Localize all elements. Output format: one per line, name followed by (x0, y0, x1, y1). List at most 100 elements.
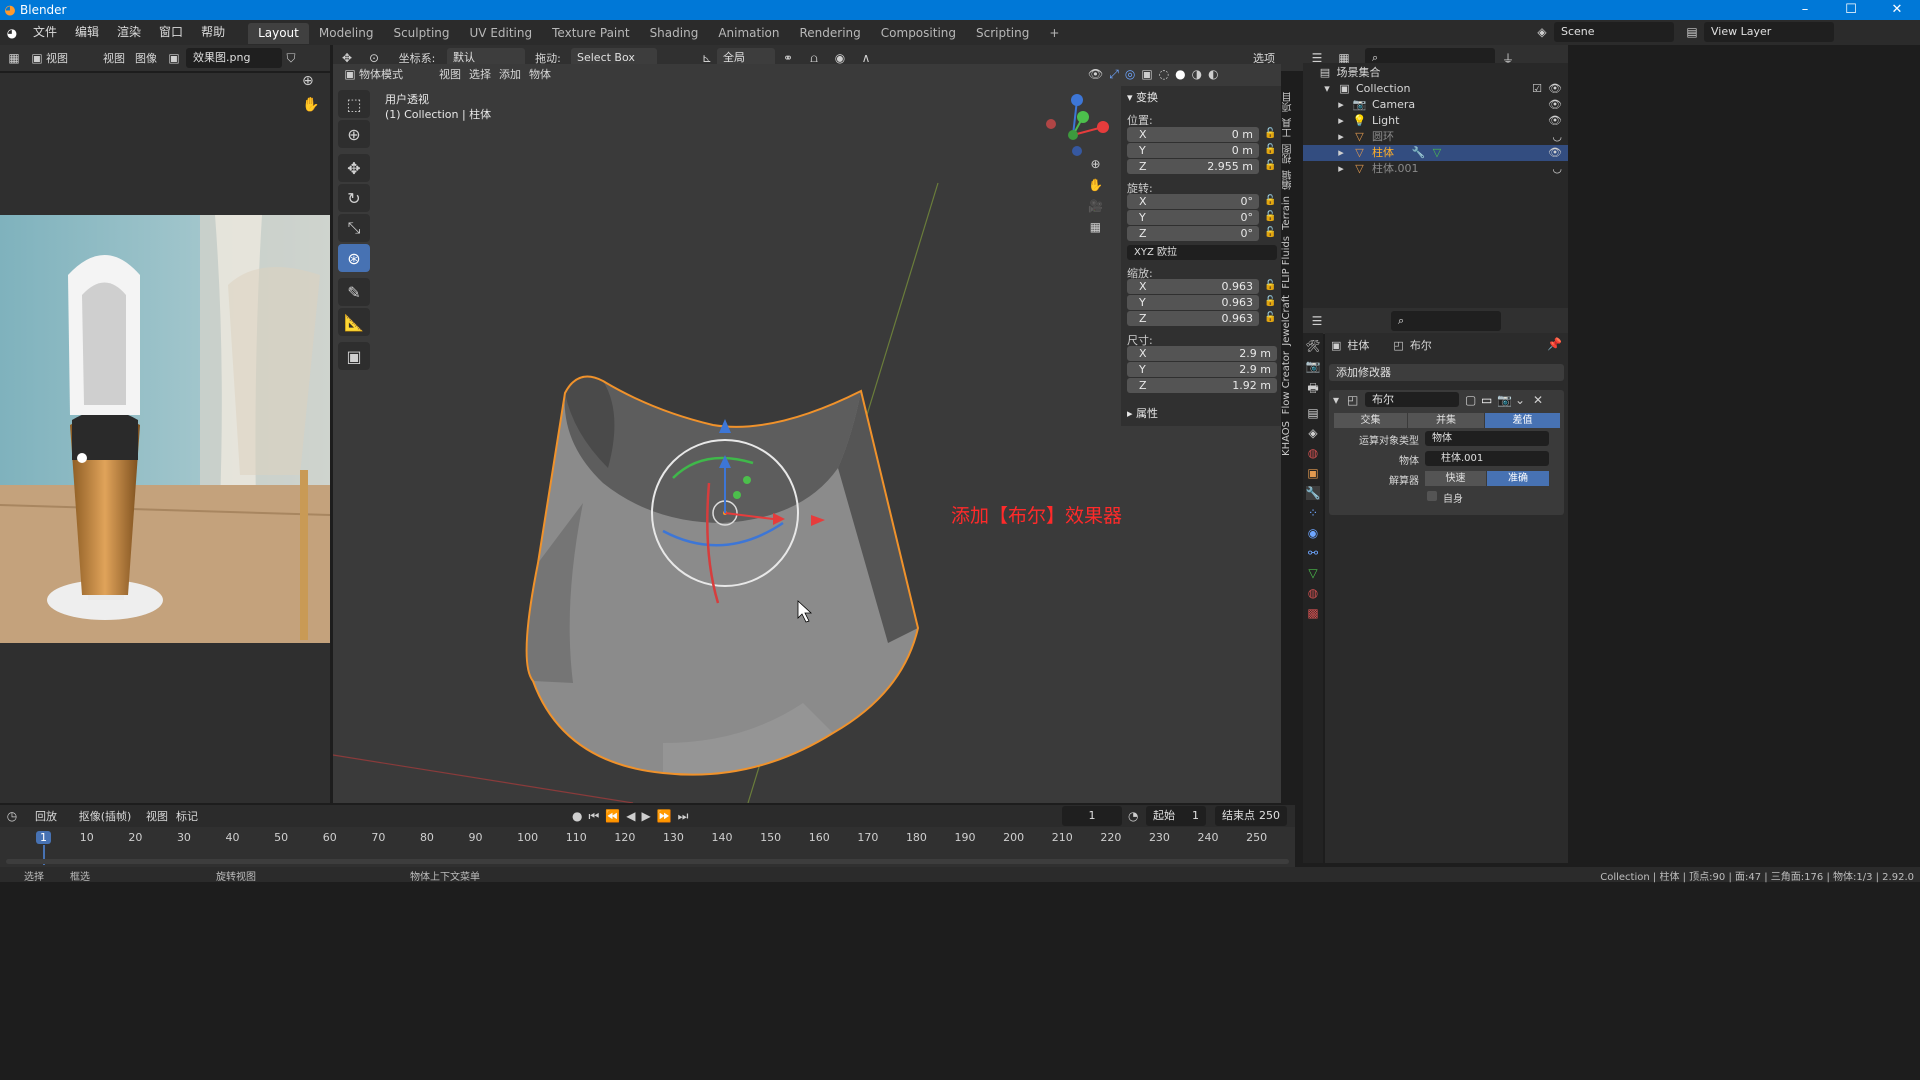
modifier-tab-icon[interactable]: 🔧 (1305, 486, 1321, 500)
tab-jewelcraft[interactable]: JewelCraft (1281, 295, 1292, 346)
tab-shading[interactable]: Shading (640, 23, 709, 44)
data-tab-icon[interactable]: ▽ (1308, 566, 1317, 580)
zoom-view-icon[interactable]: ⊕ (1088, 157, 1103, 171)
playback-menu[interactable]: 回放 (24, 808, 68, 824)
tab-sculpting[interactable]: Sculpting (383, 23, 459, 44)
lock-icon[interactable]: 🔓 (1264, 144, 1276, 155)
material-shading-icon[interactable]: ◑ (1192, 67, 1202, 82)
menu-file[interactable]: 文件 (24, 20, 66, 45)
menu-object[interactable]: 物体 (525, 66, 555, 82)
constraints-tab-icon[interactable]: ⚯ (1308, 546, 1318, 560)
lock-icon[interactable]: 🔓 (1264, 227, 1276, 238)
eye-icon[interactable]: 👁 (1548, 145, 1562, 161)
editor-type-icon[interactable]: ◷ (0, 809, 24, 823)
lock-icon[interactable]: 🔓 (1264, 296, 1276, 307)
minimize-button[interactable]: – (1782, 0, 1828, 20)
pan-view-icon[interactable]: ✋ (1088, 178, 1103, 192)
intersect-button[interactable]: 交集 (1334, 413, 1407, 428)
location-y-field[interactable]: Y 0 m (1127, 143, 1259, 158)
dimension-z-field[interactable]: Z 1.92 m (1127, 378, 1277, 393)
object-field[interactable]: 柱体.001 (1425, 451, 1549, 466)
gizmo-icon[interactable]: ⤢ (1109, 67, 1119, 82)
add-workspace-icon[interactable]: + (1039, 23, 1069, 44)
tab-edit[interactable]: 编辑 (1281, 170, 1296, 190)
tab-item[interactable]: 项目 (1281, 92, 1296, 112)
outliner-item-light[interactable]: ▸ 💡 Light 👁 (1303, 113, 1568, 129)
collection-row[interactable]: ▾ ▣ Collection ☑ 👁 (1303, 81, 1568, 97)
menu-image[interactable]: 图像 (130, 50, 162, 66)
wireframe-shading-icon[interactable]: ◌ (1159, 67, 1169, 82)
dimension-x-field[interactable]: X 2.9 m (1127, 346, 1277, 361)
editor-type-icon[interactable]: ▦ (0, 51, 28, 65)
editor-type-icon[interactable]: ☰ (1303, 314, 1331, 328)
collapse-icon[interactable]: ▾ (1333, 393, 1339, 407)
texture-tab-icon[interactable]: ▩ (1307, 606, 1318, 620)
link-icon[interactable]: ⚭ (775, 51, 801, 65)
frame-ruler[interactable]: 1 10 20 30 40 50 60 70 80 90 100 110 120 130 140 150 160… (0, 827, 1295, 865)
checkbox-icon[interactable]: ☑ (1532, 81, 1542, 97)
proportional-edit-icon[interactable]: ◉ (827, 51, 853, 65)
scene-collection-row[interactable]: ▤ 场景集合 (1303, 65, 1568, 81)
lock-icon[interactable]: 🔓 (1264, 280, 1276, 291)
operand-type-dropdown[interactable]: 物体 (1425, 431, 1549, 446)
play-reverse-icon[interactable]: ◀ (626, 809, 635, 824)
clock-icon[interactable]: ◔ (1128, 809, 1138, 823)
modifier-name-field[interactable]: 布尔 (1365, 392, 1459, 407)
add-modifier-dropdown[interactable]: 添加修改器 (1329, 364, 1564, 381)
rotation-z-field[interactable]: Z 0° (1127, 226, 1259, 241)
zoom-icon[interactable]: ⊕ (302, 73, 314, 89)
expand-icon[interactable]: ▸ (1335, 113, 1347, 129)
tab-modeling[interactable]: Modeling (309, 23, 384, 44)
expand-icon[interactable]: ▸ (1335, 145, 1347, 161)
material-tab-icon[interactable]: ◍ (1308, 586, 1318, 600)
outliner-item-torus[interactable]: ▸ ▽ 圆环 ◡ (1303, 129, 1568, 145)
edit-mode-toggle-icon[interactable]: ▢ (1465, 393, 1476, 407)
timeline-scrollbar[interactable] (6, 859, 1289, 864)
scene-icon[interactable]: ◈ (1530, 25, 1554, 39)
editor-type-icon[interactable]: ✥ (333, 51, 361, 65)
jump-end-icon[interactable]: ⏭ (678, 809, 689, 824)
tab-view[interactable]: 视图 (1281, 144, 1296, 164)
expand-icon[interactable]: ▸ (1335, 129, 1347, 145)
cursor-tool[interactable]: ⊕ (338, 120, 370, 148)
output-tab-icon[interactable]: 🖶 (1307, 379, 1318, 400)
add-cube-tool[interactable]: ▣ (338, 342, 370, 370)
lock-icon[interactable]: 🔓 (1264, 312, 1276, 323)
eye-icon[interactable]: 👁 (1548, 97, 1562, 113)
image-mode-icon[interactable]: ▣ (28, 51, 46, 65)
view-menu[interactable]: 视图 (142, 808, 172, 824)
tab-animation[interactable]: Animation (708, 23, 789, 44)
location-z-field[interactable]: Z 2.955 m (1127, 159, 1259, 174)
solver-exact-button[interactable]: 准确 (1487, 471, 1549, 486)
tab-layout[interactable]: Layout (248, 23, 309, 44)
maximize-button[interactable]: ☐ (1828, 0, 1874, 20)
tab-terrain[interactable]: Terrain (1281, 196, 1292, 230)
scale-x-field[interactable]: X 0.963 (1127, 279, 1259, 294)
fake-user-icon[interactable]: ⛉ (282, 51, 300, 66)
tab-scripting[interactable]: Scripting (966, 23, 1039, 44)
union-button[interactable]: 并集 (1408, 413, 1484, 428)
image-browse-icon[interactable]: ▣ (162, 51, 186, 65)
tab-compositing[interactable]: Compositing (871, 23, 966, 44)
eye-icon[interactable]: 👁 (1548, 81, 1562, 97)
view-mode-dropdown[interactable]: 视图 (46, 50, 98, 66)
scene-tab-icon[interactable]: ◈ (1308, 426, 1317, 440)
menu-view[interactable]: 视图 (98, 50, 130, 66)
tab-rendering[interactable]: Rendering (790, 23, 871, 44)
tab-flow-creator[interactable]: Flow Creator (1281, 351, 1292, 414)
annotate-tool[interactable]: ✎ (338, 278, 370, 306)
properties-search-input[interactable]: ⌕ (1391, 311, 1501, 331)
menu-view[interactable]: 视图 (435, 66, 465, 82)
move-tool[interactable]: ✥ (338, 154, 370, 182)
eye-icon[interactable]: 👁 (1548, 113, 1562, 129)
difference-button[interactable]: 差值 (1485, 413, 1560, 428)
start-frame-field[interactable]: 起始 1 (1146, 806, 1206, 826)
world-tab-icon[interactable]: ◍ (1308, 446, 1318, 460)
transform-orientation-icon[interactable]: ⊙ (361, 51, 387, 65)
rotation-mode-dropdown[interactable]: XYZ 欧拉 (1127, 245, 1277, 260)
pin-icon[interactable]: 📌 (1547, 337, 1562, 351)
transform-section-header[interactable]: ▾ 变换 (1127, 89, 1158, 105)
view-layer-icon[interactable]: ▤ (1680, 25, 1704, 39)
properties-section-header[interactable]: ▸ 属性 (1127, 405, 1158, 421)
lock-icon[interactable]: 🔓 (1264, 195, 1276, 206)
